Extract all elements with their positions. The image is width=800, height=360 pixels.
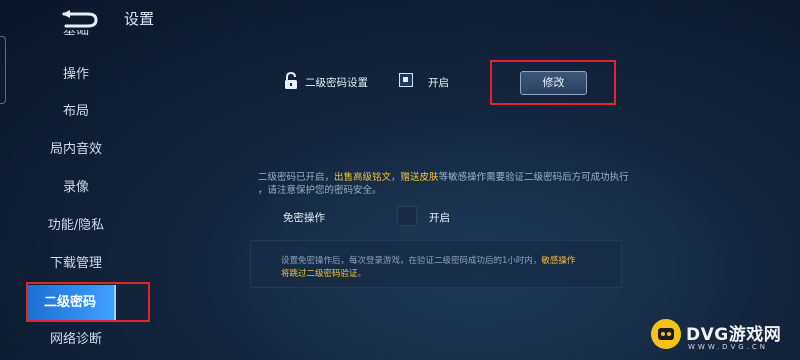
sidebar-item-label: 网络诊断 [49, 332, 102, 347]
sidebar-item-label: 下载管理 [49, 256, 102, 271]
password-enable-label: 开启 [428, 77, 449, 89]
info-highlight-skip: 将跳过二级密码验证 [281, 269, 358, 279]
sidebar-item-label: 基础 [62, 30, 89, 38]
info-text: 设置免密操作后，每次登录游戏，在验证二级密码成功后的1小时内， [281, 256, 542, 266]
free-operation-info: 设置免密操作后，每次登录游戏，在验证二级密码成功后的1小时内，敏感操作 将跳过二… [250, 240, 622, 288]
password-description: 二级密码已开启，出售高级铭文，赠送皮肤等敏感操作需要验证二级密码后方可成功执行 … [258, 171, 638, 197]
free-operation-label: 免密操作 [283, 212, 325, 224]
desc-highlight-skin: 赠送皮肤 [400, 172, 439, 183]
sidebar-item-layout[interactable]: 布局 [0, 94, 150, 130]
info-text: 。 [357, 269, 367, 279]
sidebar-item-label: 布局 [62, 104, 89, 119]
sidebar-item-controls[interactable]: 操作 [0, 57, 150, 93]
sidebar-item-downloads[interactable]: 下载管理 [0, 246, 150, 282]
annotation-highlight-sidebar [26, 282, 150, 322]
password-enable-checkbox[interactable] [399, 73, 413, 87]
free-operation-checkbox[interactable] [397, 206, 417, 226]
free-operation-enable-label: 开启 [429, 212, 450, 224]
desc-highlight-inscription: 出售高级铭文 [334, 172, 392, 183]
sidebar-item-basic[interactable]: 基础 [0, 30, 150, 46]
lock-icon [285, 71, 297, 89]
sidebar-item-label: 操作 [62, 67, 89, 82]
sidebar-item-sound[interactable]: 局内音效 [0, 132, 150, 168]
sidebar-item-label: 功能/隐私 [47, 218, 105, 233]
back-button[interactable] [58, 6, 102, 32]
info-highlight-sensitive: 敏感操作 [541, 256, 576, 266]
desc-text: 二级密码已开启， [258, 172, 335, 183]
back-arrow-icon [62, 10, 98, 28]
watermark-logo [651, 319, 681, 349]
watermark-url: WWW.DVG.CN [688, 343, 769, 351]
page-title: 设置 [124, 10, 155, 28]
sidebar-item-label: 录像 [62, 180, 89, 195]
watermark-brand: DVG游戏网 [686, 325, 782, 345]
annotation-highlight-modify [490, 60, 616, 105]
sidebar-item-network[interactable]: 网络诊断 [0, 322, 150, 358]
checkbox-mark [403, 77, 408, 82]
second-password-label: 二级密码设置 [305, 77, 368, 89]
sidebar-item-label: 局内音效 [49, 142, 102, 157]
sidebar-item-replay[interactable]: 录像 [0, 170, 150, 206]
desc-text: ，请注意保护您的密码安全。 [258, 185, 382, 196]
desc-sep: ， [391, 172, 401, 183]
desc-text: 等敏感操作需要验证二级密码后方可成功执行 [438, 172, 629, 183]
sidebar-item-privacy[interactable]: 功能/隐私 [0, 208, 150, 244]
